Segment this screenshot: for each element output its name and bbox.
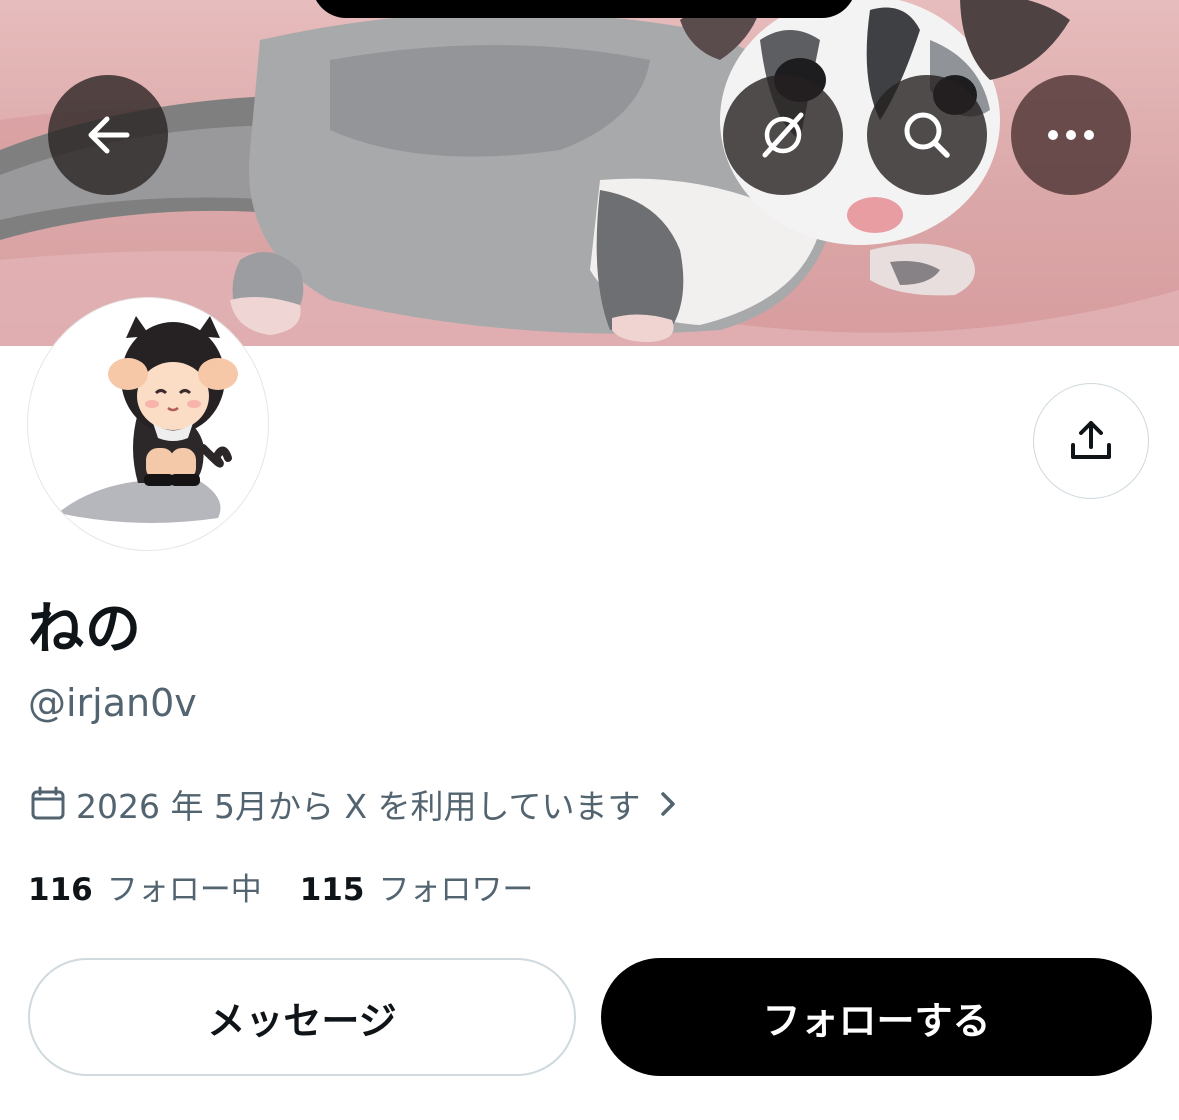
avatar-image xyxy=(58,316,238,523)
share-icon xyxy=(1071,421,1111,459)
grok-button[interactable] xyxy=(723,75,843,195)
arrow-left-icon xyxy=(88,116,130,154)
follow-button[interactable]: フォローする xyxy=(601,958,1152,1076)
grok-icon xyxy=(762,112,804,158)
username-handle: @irjan0v xyxy=(28,681,197,725)
profile-banner[interactable] xyxy=(0,0,1179,346)
chevron-right-icon xyxy=(657,789,679,819)
follow-stats: 116 フォロー中 115 フォロワー xyxy=(28,868,533,912)
joined-date-row[interactable]: 2026 年 5月から X を利用しています xyxy=(30,782,679,826)
display-name: ねの xyxy=(28,597,142,662)
following-count: 116 xyxy=(28,872,93,908)
more-button[interactable] xyxy=(1011,75,1131,195)
search-button[interactable] xyxy=(867,75,987,195)
following-stat[interactable]: 116 フォロー中 xyxy=(28,868,262,912)
device-notch xyxy=(312,0,856,18)
followers-count: 115 xyxy=(299,872,365,908)
more-horizontal-icon xyxy=(1048,130,1094,140)
following-label: フォロー中 xyxy=(106,872,262,908)
banner-image xyxy=(0,0,1179,346)
back-button[interactable] xyxy=(48,75,168,195)
followers-stat[interactable]: 115 フォロワー xyxy=(300,868,534,912)
share-button[interactable] xyxy=(1033,383,1149,499)
message-button[interactable]: メッセージ xyxy=(28,958,576,1076)
avatar[interactable] xyxy=(28,298,268,550)
calendar-icon xyxy=(30,786,66,822)
followers-label: フォロワー xyxy=(378,872,534,908)
search-icon xyxy=(904,112,950,158)
joined-date-text: 2026 年 5月から X を利用しています xyxy=(76,787,641,826)
